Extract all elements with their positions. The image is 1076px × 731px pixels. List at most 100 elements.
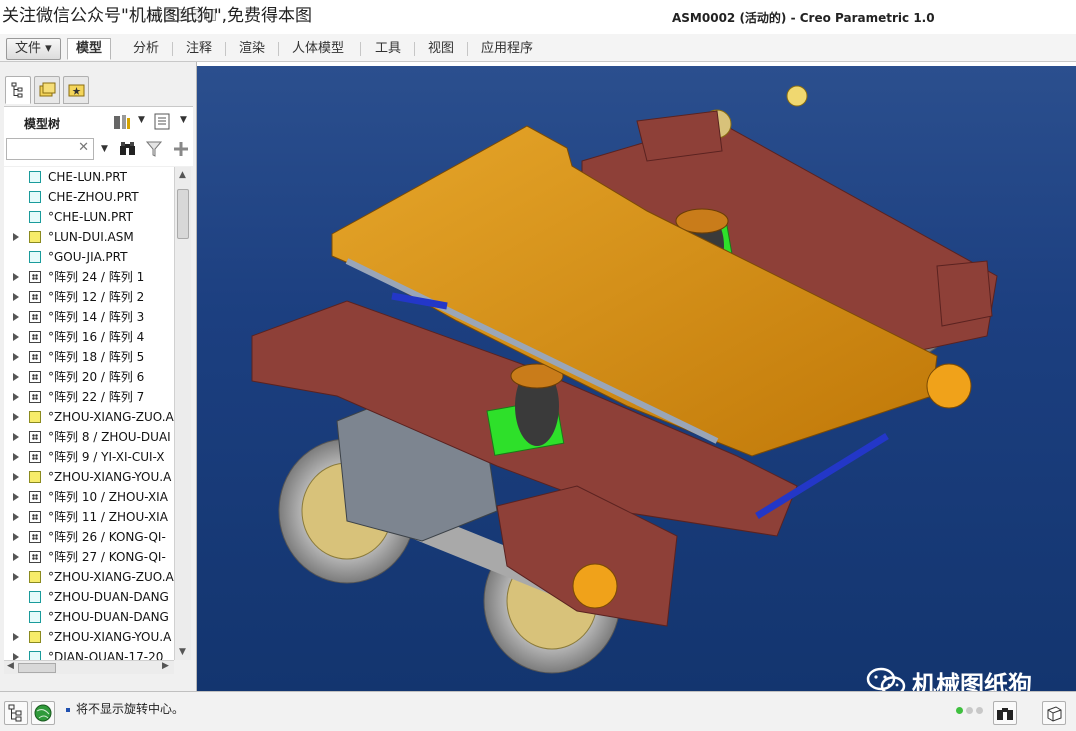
tree-horizontal-scrollbar[interactable]: ◀ ▶ — [4, 660, 174, 674]
tab-model[interactable]: 模型 — [67, 38, 112, 60]
tree-search-input[interactable]: ✕ — [6, 138, 94, 160]
expand-arrow-icon[interactable] — [13, 633, 19, 641]
expand-arrow-icon[interactable] — [13, 533, 19, 541]
tree-item[interactable]: °ZHOU-XIANG-YOU.A — [4, 627, 174, 647]
clear-icon[interactable]: ✕ — [78, 140, 89, 155]
expand-arrow-icon[interactable] — [13, 413, 19, 421]
scrollbar-thumb[interactable] — [177, 189, 189, 239]
part-icon — [29, 591, 41, 603]
tab-manikin[interactable]: 人体模型 — [283, 38, 353, 60]
scrollbar-thumb[interactable] — [18, 663, 56, 673]
tab-annotate[interactable]: 注释 — [177, 38, 221, 60]
settings-tools-icon[interactable] — [112, 113, 132, 131]
tab-applications[interactable]: 应用程序 — [472, 38, 542, 60]
expand-arrow-icon[interactable] — [13, 233, 19, 241]
tree-item-label: °阵列 22 / 阵列 7 — [48, 390, 145, 404]
expand-arrow-icon[interactable] — [13, 313, 19, 321]
scroll-left-icon[interactable]: ◀ — [7, 661, 14, 671]
status-bar: 将不显示旋转中心。 — [0, 691, 1076, 731]
tree-item-label: °ZHOU-XIANG-ZUO.A — [48, 410, 174, 424]
tree-item[interactable]: °CHE-LUN.PRT — [4, 207, 174, 227]
tree-item-label: °阵列 12 / 阵列 2 — [48, 290, 145, 304]
show-list-icon[interactable] — [154, 113, 172, 131]
tree-item[interactable]: °LUN-DUI.ASM — [4, 227, 174, 247]
tab-tools[interactable]: 工具 — [366, 38, 410, 60]
tree-item[interactable]: °ZHOU-DUAN-DANG — [4, 607, 174, 627]
chevron-down-icon[interactable]: ▼ — [138, 115, 145, 125]
expand-arrow-icon[interactable] — [13, 573, 19, 581]
tab-folder-browser[interactable] — [34, 76, 60, 104]
expand-arrow-icon[interactable] — [13, 273, 19, 281]
tree-item[interactable]: °阵列 11 / ZHOU-XIA — [4, 507, 174, 527]
bogie-3d-model[interactable] — [197, 66, 1076, 691]
tree-item[interactable]: °阵列 8 / ZHOU-DUAI — [4, 427, 174, 447]
toggle-navigator-button[interactable] — [4, 701, 28, 725]
tree-item-label: CHE-LUN.PRT — [48, 170, 128, 184]
ribbon-tabs: 文件 ▾ 模型 分析 注释 渲染 人体模型 工具 视图 应用程序 — [0, 34, 1076, 62]
expand-arrow-icon[interactable] — [13, 473, 19, 481]
part-icon — [29, 211, 41, 223]
window-title: ASM0002 (活动的) - Creo Parametric 1.0 — [672, 11, 935, 25]
tree-item[interactable]: CHE-ZHOU.PRT — [4, 187, 174, 207]
expand-arrow-icon[interactable] — [13, 493, 19, 501]
tab-favorites[interactable] — [63, 76, 89, 104]
model-tree-header: 模型树 ▼ ▼ — [4, 106, 193, 136]
tree-search-row: ✕ ▼ — [4, 136, 193, 166]
tree-item[interactable]: °DIAN-QUAN-17-20 — [4, 647, 174, 660]
tree-item[interactable]: °阵列 10 / ZHOU-XIA — [4, 487, 174, 507]
tree-item[interactable]: °阵列 16 / 阵列 4 — [4, 327, 174, 347]
expand-arrow-icon[interactable] — [13, 433, 19, 441]
expand-arrow-icon[interactable] — [13, 553, 19, 561]
status-bullet-icon — [66, 707, 70, 712]
tree-item[interactable]: °阵列 9 / YI-XI-CUI-X — [4, 447, 174, 467]
tree-item-label: °阵列 8 / ZHOU-DUAI — [48, 430, 171, 444]
tree-item[interactable]: °阵列 18 / 阵列 5 — [4, 347, 174, 367]
scroll-up-icon[interactable]: ▲ — [179, 170, 186, 180]
tree-item[interactable]: °阵列 22 / 阵列 7 — [4, 387, 174, 407]
tab-file[interactable]: 文件 ▾ — [6, 38, 61, 60]
expand-arrow-icon[interactable] — [13, 333, 19, 341]
tree-vertical-scrollbar[interactable]: ▲ ▼ — [174, 167, 191, 660]
title-bar: 关注微信公众号"机械图纸狗",免费得本图 ASM0002 (活动的) - Cre… — [0, 0, 1076, 34]
tree-item[interactable]: °阵列 20 / 阵列 6 — [4, 367, 174, 387]
tree-item[interactable]: °ZHOU-XIANG-ZUO.A — [4, 567, 174, 587]
tab-render[interactable]: 渲染 — [230, 38, 274, 60]
tab-analysis[interactable]: 分析 — [124, 38, 168, 60]
tree-item[interactable]: °ZHOU-XIANG-YOU.A — [4, 467, 174, 487]
scroll-right-icon[interactable]: ▶ — [162, 661, 169, 671]
binoculars-icon[interactable] — [118, 140, 138, 158]
tree-item[interactable]: °阵列 24 / 阵列 1 — [4, 267, 174, 287]
expand-arrow-icon[interactable] — [13, 373, 19, 381]
tree-item[interactable]: °阵列 14 / 阵列 3 — [4, 307, 174, 327]
graphics-window[interactable] — [197, 66, 1076, 691]
filter-icon[interactable] — [145, 140, 163, 158]
tab-view[interactable]: 视图 — [419, 38, 463, 60]
expand-arrow-icon[interactable] — [13, 513, 19, 521]
expand-arrow-icon[interactable] — [13, 453, 19, 461]
find-button[interactable] — [993, 701, 1017, 725]
tree-item[interactable]: °GOU-JIA.PRT — [4, 247, 174, 267]
chevron-down-icon[interactable]: ▼ — [180, 115, 187, 125]
pattern-icon — [29, 351, 41, 363]
part-icon — [29, 611, 41, 623]
expand-arrow-icon[interactable] — [13, 353, 19, 361]
tree-item[interactable]: CHE-LUN.PRT — [4, 167, 174, 187]
chevron-down-icon[interactable]: ▼ — [101, 144, 108, 154]
tree-item[interactable]: °阵列 26 / KONG-QI- — [4, 527, 174, 547]
tree-item-label: °阵列 11 / ZHOU-XIA — [48, 510, 168, 524]
plus-icon[interactable] — [172, 140, 190, 158]
tree-item[interactable]: °ZHOU-XIANG-ZUO.A — [4, 407, 174, 427]
tree-item[interactable]: °阵列 27 / KONG-QI- — [4, 547, 174, 567]
pattern-icon — [29, 491, 41, 503]
expand-arrow-icon[interactable] — [13, 293, 19, 301]
tree-item[interactable]: °ZHOU-DUAN-DANG — [4, 587, 174, 607]
selection-filter-button[interactable] — [1042, 701, 1066, 725]
tab-model-tree[interactable] — [5, 76, 31, 104]
expand-arrow-icon[interactable] — [13, 393, 19, 401]
expand-arrow-icon[interactable] — [13, 653, 19, 660]
regen-status-indicator — [956, 707, 983, 714]
tree-item-label: °阵列 24 / 阵列 1 — [48, 270, 145, 284]
scroll-down-icon[interactable]: ▼ — [179, 647, 186, 657]
tree-item[interactable]: °阵列 12 / 阵列 2 — [4, 287, 174, 307]
toggle-browser-button[interactable] — [31, 701, 55, 725]
